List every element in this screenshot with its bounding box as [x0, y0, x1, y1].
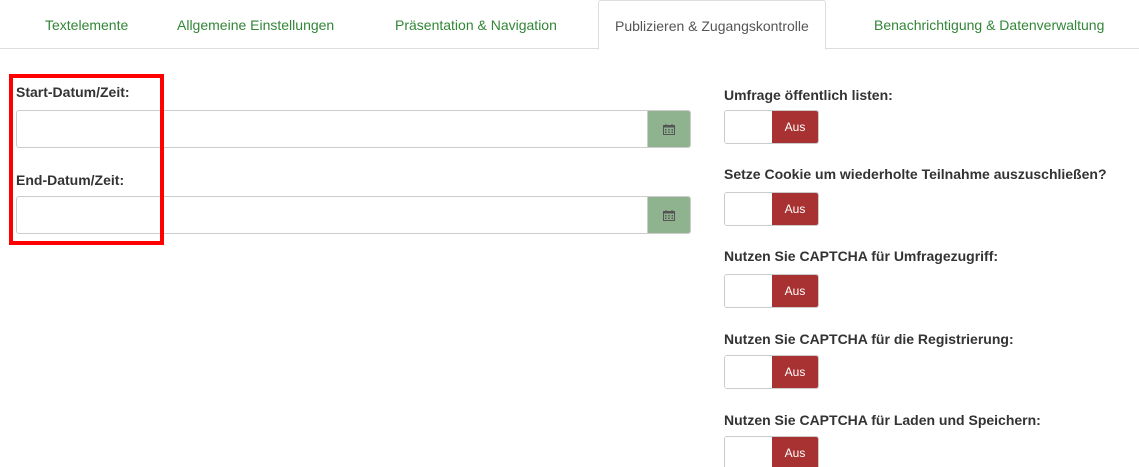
toggle-public-listing[interactable]: Aus	[724, 110, 819, 144]
toggle-knob	[725, 275, 772, 307]
option-label-cookie: Setze Cookie um wiederholte Teilnahme au…	[724, 166, 1107, 182]
calendar-icon	[663, 209, 675, 221]
toggle-captcha-registration[interactable]: Aus	[724, 355, 819, 389]
tab-textelemente[interactable]: Textelemente	[45, 0, 128, 49]
tab-praesentation-navigation[interactable]: Präsentation & Navigation	[395, 0, 557, 49]
toggle-captcha-save-load[interactable]: Aus	[724, 436, 819, 467]
toggle-knob	[725, 193, 772, 225]
highlight-annotation-box	[9, 74, 164, 245]
toggle-state-label: Aus	[772, 111, 818, 143]
tab-allgemeine-einstellungen[interactable]: Allgemeine Einstellungen	[177, 0, 334, 49]
start-date-picker-button[interactable]	[647, 111, 690, 147]
toggle-state-label: Aus	[772, 437, 818, 467]
toggle-cookie[interactable]: Aus	[724, 192, 819, 226]
calendar-icon	[663, 123, 675, 135]
toggle-state-label: Aus	[772, 356, 818, 388]
tab-bar: Textelemente Allgemeine Einstellungen Pr…	[0, 0, 1139, 50]
option-label-captcha-access: Nutzen Sie CAPTCHA für Umfragezugriff:	[724, 248, 999, 264]
end-date-picker-button[interactable]	[647, 197, 690, 233]
tab-benachrichtigung-datenverwaltung[interactable]: Benachrichtigung & Datenverwaltung	[874, 0, 1104, 49]
option-label-public-listing: Umfrage öffentlich listen:	[724, 87, 893, 103]
toggle-knob	[725, 356, 772, 388]
toggle-state-label: Aus	[772, 275, 818, 307]
toggle-state-label: Aus	[772, 193, 818, 225]
option-label-captcha-registration: Nutzen Sie CAPTCHA für die Registrierung…	[724, 331, 1014, 347]
option-label-captcha-save-load: Nutzen Sie CAPTCHA für Laden und Speiche…	[724, 412, 1041, 428]
toggle-knob	[725, 111, 772, 143]
tab-publizieren-zugangskontrolle[interactable]: Publizieren & Zugangskontrolle	[598, 0, 826, 50]
toggle-knob	[725, 437, 772, 467]
toggle-captcha-access[interactable]: Aus	[724, 274, 819, 308]
